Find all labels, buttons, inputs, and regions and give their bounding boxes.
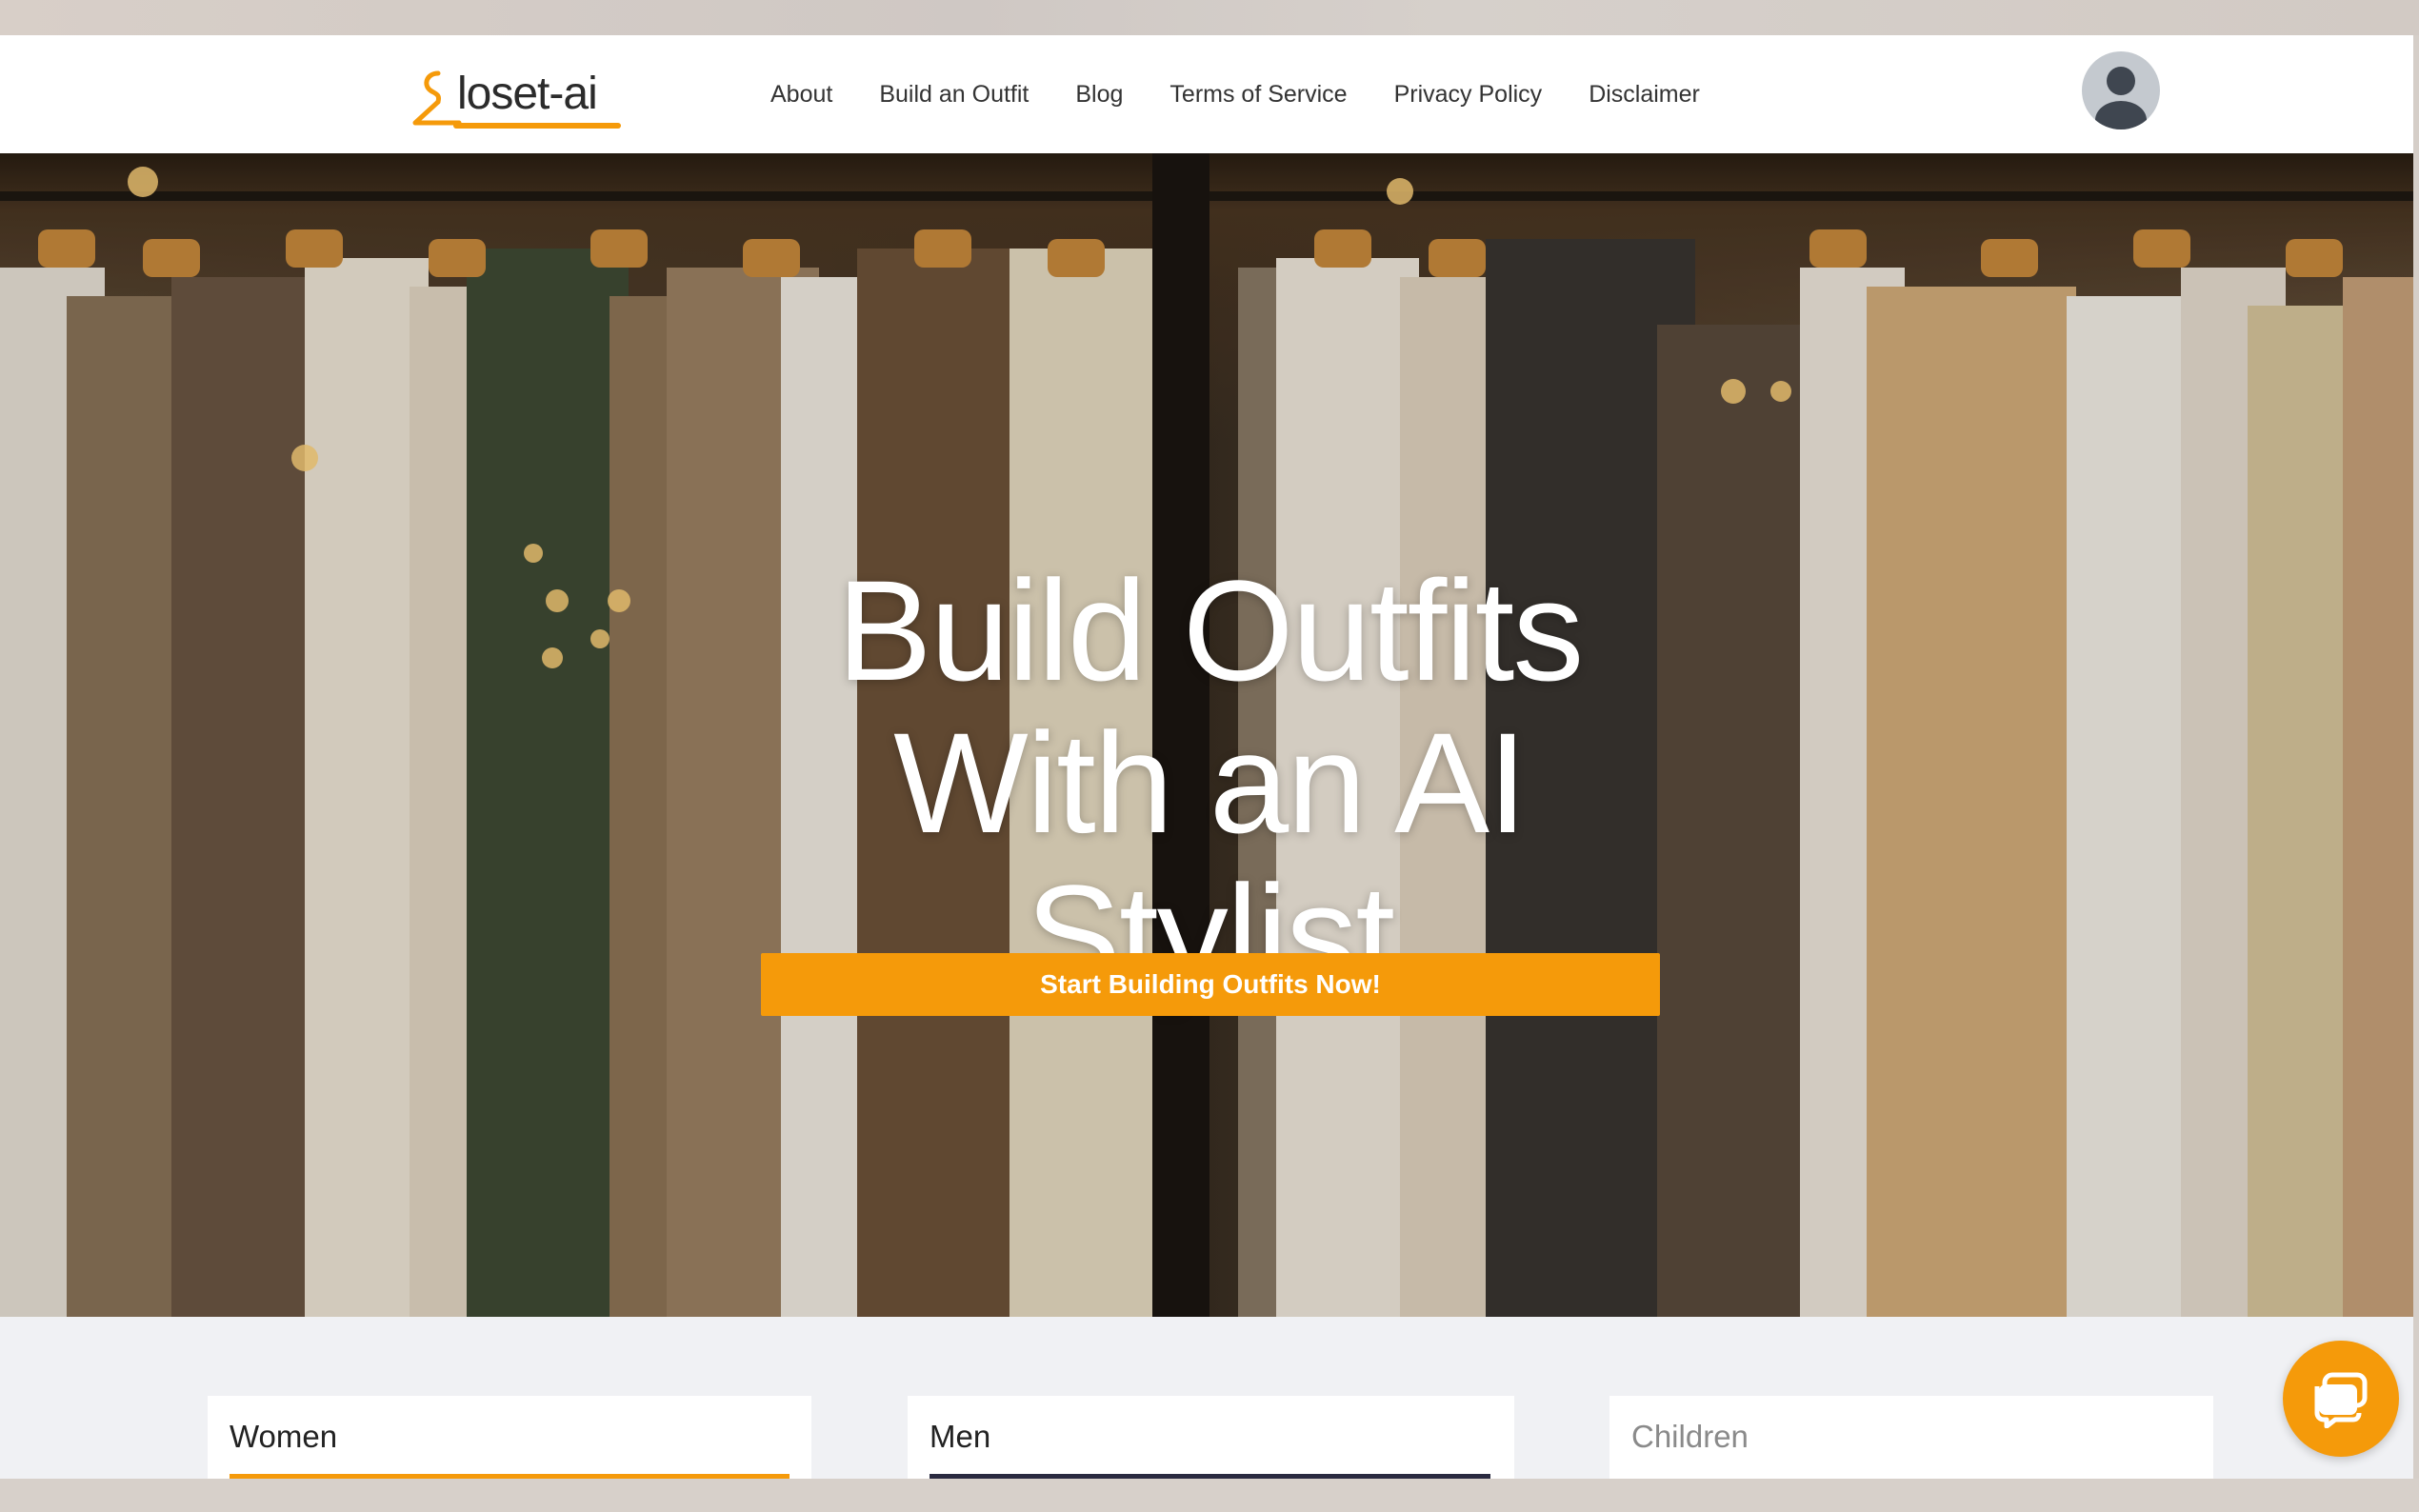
browser-bottom-strip: [0, 1479, 2419, 1512]
category-card-women[interactable]: Women: [208, 1396, 811, 1479]
category-card-children[interactable]: Children: [1609, 1396, 2213, 1479]
nav-link-terms[interactable]: Terms of Service: [1170, 81, 1347, 109]
hero-section: Build Outfits With an AI Stylist Start B…: [0, 153, 2413, 1317]
category-card-title: Children: [1631, 1419, 1749, 1454]
category-card-title: Women: [230, 1419, 338, 1454]
logo-underline: [453, 123, 621, 129]
nav-link-blog[interactable]: Blog: [1075, 81, 1123, 109]
hero-title: Build Outfits With an AI Stylist: [724, 554, 1695, 1011]
logo[interactable]: loset-ai: [410, 58, 621, 134]
category-card-title: Men: [930, 1419, 991, 1454]
logo-text: loset-ai: [457, 69, 598, 119]
category-card-men[interactable]: Men: [908, 1396, 1514, 1479]
browser-right-edge: [2413, 35, 2419, 1479]
chat-widget-button[interactable]: [2283, 1341, 2399, 1457]
nav-link-disclaimer[interactable]: Disclaimer: [1589, 81, 1700, 109]
hero-title-line-2: With an AI: [893, 702, 1528, 863]
nav-link-build-outfit[interactable]: Build an Outfit: [879, 81, 1029, 109]
navbar: loset-ai About Build an Outfit Blog Term…: [0, 35, 2413, 153]
chat-bubble-icon: [2314, 1372, 2368, 1428]
start-building-outfits-button[interactable]: Start Building Outfits Now!: [761, 953, 1660, 1016]
category-section: Women Men Children: [0, 1317, 2413, 1479]
hero-title-line-1: Build Outfits: [836, 549, 1585, 710]
main-nav: About Build an Outfit Blog Terms of Serv…: [770, 35, 1700, 153]
browser-top-strip: [0, 0, 2419, 35]
user-avatar-button[interactable]: [2082, 51, 2160, 129]
nav-link-about[interactable]: About: [770, 81, 832, 109]
nav-link-privacy[interactable]: Privacy Policy: [1394, 81, 1543, 109]
user-avatar-icon: [2095, 67, 2147, 129]
